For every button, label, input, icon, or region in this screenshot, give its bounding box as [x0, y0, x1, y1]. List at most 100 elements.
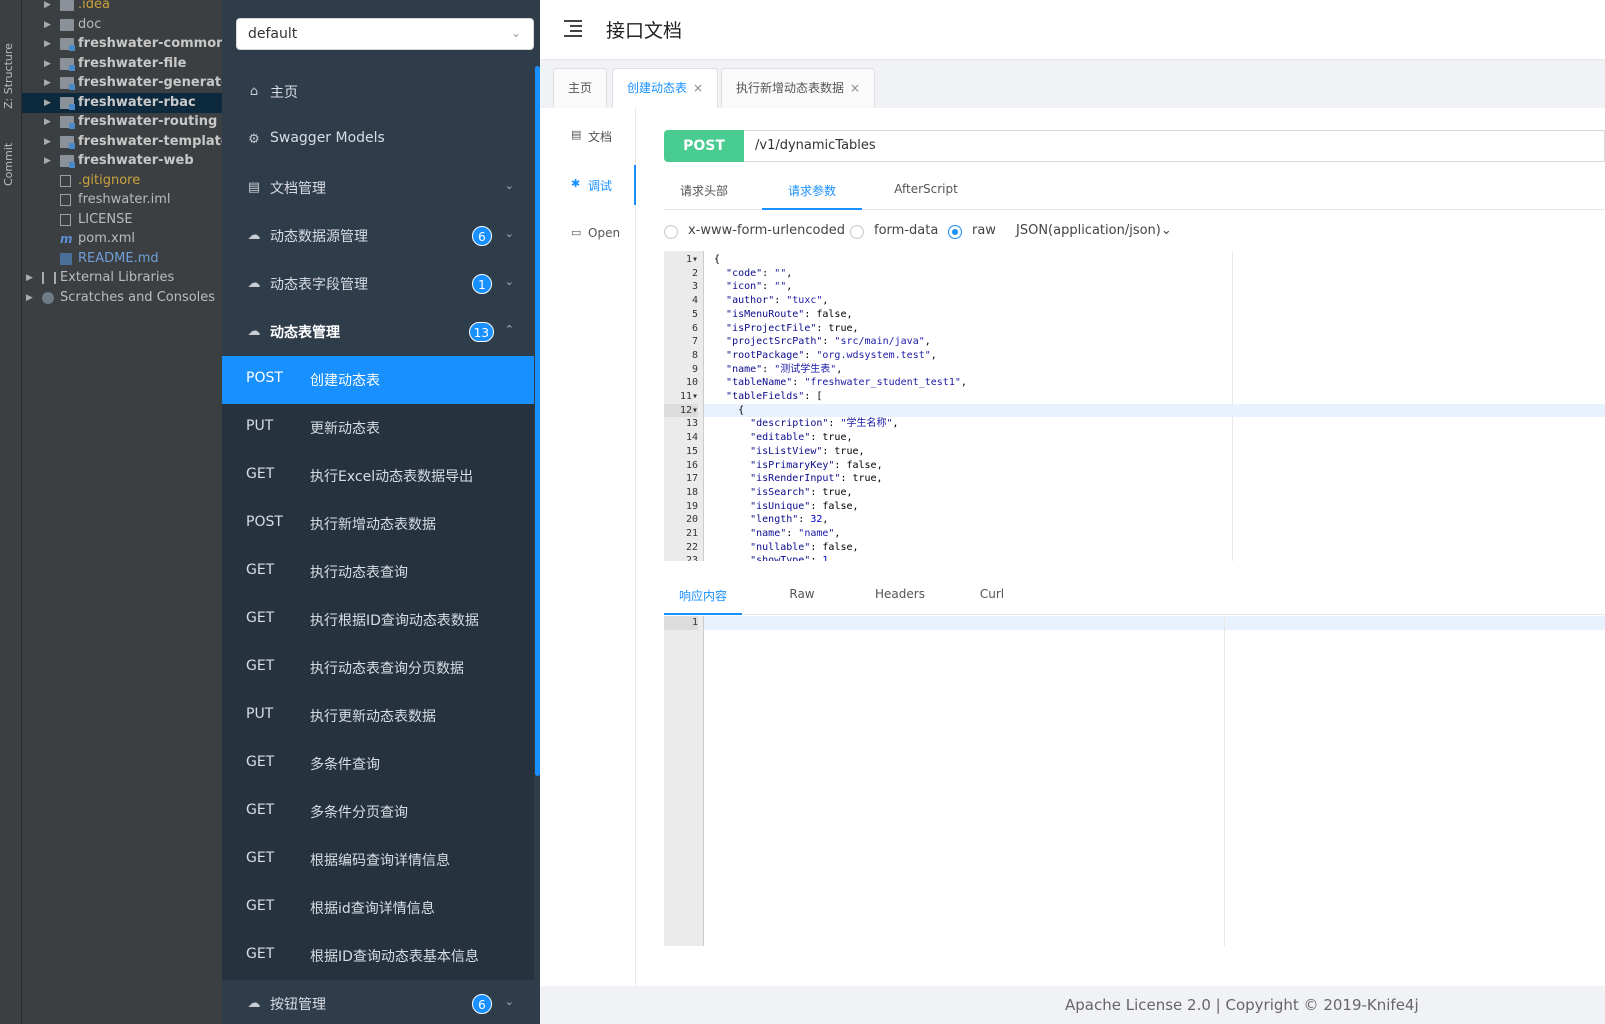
request-body-editor[interactable]: 1▾ 2 3 4 5 6 7 8 9 10 11▾ 12▾ 13 14 15 16 17 18 19 20 21 22 23… [664, 251, 1605, 561]
project-tree-item[interactable]: ▶ .idea [22, 0, 222, 15]
group-select[interactable]: default ⌄ [236, 18, 534, 50]
project-tree-item[interactable]: ▶ freshwater-rbac [22, 92, 222, 113]
expand-arrow-icon[interactable]: ▶ [44, 151, 54, 171]
code-line: { [704, 403, 1605, 418]
api-endpoint-item[interactable]: GET 执行动态表查询 [222, 548, 534, 596]
expand-arrow-icon[interactable]: ▶ [44, 73, 54, 93]
close-icon[interactable]: × [693, 81, 703, 95]
project-tree-item[interactable]: ▶ freshwater-template [22, 132, 222, 152]
line-number: 23 [685, 555, 698, 561]
line-number: 15 [685, 445, 698, 457]
project-tree-item[interactable]: freshwater.iml [22, 190, 222, 210]
http-method: GET [246, 754, 275, 770]
project-tree-item[interactable]: README.md [22, 249, 222, 269]
menu-label: 文档管理 [270, 181, 326, 197]
commit-tab-label: Commit [2, 142, 15, 186]
tree-item-label: freshwater-web [78, 153, 194, 168]
line-number: 8 [691, 349, 698, 361]
side-tab[interactable]: ✱ 调试 [540, 165, 636, 205]
page-tab[interactable]: 创建动态表 × [612, 68, 719, 109]
api-endpoint-item[interactable]: GET 根据id查询详情信息 [222, 884, 534, 932]
home-icon: ⌂ [249, 84, 259, 99]
tree-item-label: .gitignore [78, 172, 141, 188]
response-tab[interactable]: 响应内容 [664, 587, 742, 615]
request-method-badge: POST [664, 130, 744, 162]
expand-arrow-icon[interactable]: ▶ [44, 132, 54, 152]
menu-label: 主页 [270, 85, 298, 101]
api-endpoint-item[interactable]: POST 执行新增动态表数据 [222, 500, 534, 548]
side-tab[interactable]: ▤ 文档 [540, 116, 636, 156]
chevron-up-icon: ⌃ [504, 323, 514, 336]
menu-item[interactable]: ☁ 动态表字段管理 1 ⌄ [222, 260, 534, 308]
api-endpoint-item[interactable]: PUT 更新动态表 [222, 404, 534, 452]
project-tree-item[interactable]: ▶ freshwater-web [22, 151, 222, 171]
structure-tool-tab[interactable]: Z: Structure [2, 36, 20, 116]
expand-arrow-icon[interactable]: ▶ [44, 54, 54, 74]
api-endpoint-item[interactable]: POST 创建动态表 [222, 356, 534, 404]
project-tree-item[interactable]: ▶ freshwater-routing [22, 112, 222, 132]
response-editor[interactable]: 1 [664, 616, 1605, 946]
code-line: "author": "tuxc", [726, 295, 829, 307]
module-icon [60, 116, 75, 129]
api-endpoint-item[interactable]: PUT 执行更新动态表数据 [222, 692, 534, 740]
http-method: POST [246, 514, 283, 530]
http-method: GET [246, 802, 275, 818]
project-tree-item[interactable]: ▶ doc [22, 15, 222, 35]
expand-arrow-icon[interactable]: ▶ [26, 288, 36, 308]
menu-item-button-management[interactable]: ☁ 按钮管理 6 ⌄ [222, 980, 534, 1024]
project-tree-item[interactable]: ▶ Scratches and Consoles [22, 288, 222, 308]
body-type-radio[interactable] [850, 225, 864, 239]
api-endpoint-item[interactable]: GET 多条件分页查询 [222, 788, 534, 836]
request-path[interactable]: /v1/dynamicTables [755, 138, 876, 153]
project-tree-item[interactable]: ▶ freshwater-file [22, 54, 222, 74]
body-type-radio[interactable] [664, 225, 678, 239]
page-tab[interactable]: 执行新增动态表数据 × [721, 68, 876, 108]
api-endpoint-item[interactable]: GET 执行根据ID查询动态表数据 [222, 596, 534, 644]
project-tree-item[interactable]: ▶ freshwater-commons [22, 34, 222, 54]
menu-item[interactable]: ☁ 动态数据源管理 6 ⌄ [222, 212, 534, 260]
project-tree-item[interactable]: LICENSE [22, 210, 222, 230]
line-number: 1▾ [685, 254, 698, 265]
content-type-select[interactable]: JSON(application/json)⌄ [1016, 223, 1172, 238]
tree-item-label: doc [78, 16, 102, 32]
menu-toggle-icon[interactable] [564, 20, 582, 37]
menu-item[interactable]: ⌂ 主页 [222, 68, 534, 116]
project-tree-item[interactable]: .gitignore [22, 171, 222, 191]
http-method: GET [246, 946, 275, 962]
api-endpoint-item[interactable]: GET 根据ID查询动态表基本信息 [222, 932, 534, 980]
commit-tool-tab[interactable]: Commit [2, 134, 20, 194]
api-endpoint-item[interactable]: GET 根据编码查询详情信息 [222, 836, 534, 884]
cloud-icon: ☁ [247, 228, 261, 243]
request-tab[interactable]: AfterScript [878, 182, 974, 210]
expand-arrow-icon[interactable]: ▶ [44, 15, 54, 35]
menu-item[interactable]: ☁ 动态表管理 13 ⌃ [222, 308, 534, 356]
endpoint-name: 执行更新动态表数据 [310, 709, 436, 725]
side-tab[interactable]: ▭ Open [540, 214, 636, 254]
api-endpoint-item[interactable]: GET 执行Excel动态表数据导出 [222, 452, 534, 500]
maven-icon: m [60, 232, 73, 246]
page-tab[interactable]: 主页 [553, 68, 608, 108]
response-tab[interactable]: Raw [772, 587, 832, 615]
expand-arrow-icon[interactable]: ▶ [26, 268, 36, 288]
response-tab[interactable]: Curl [964, 587, 1020, 615]
expand-arrow-icon[interactable]: ▶ [44, 0, 54, 15]
response-tab[interactable]: Headers [860, 587, 940, 615]
request-tab[interactable]: 请求参数 [762, 182, 862, 210]
project-tree-item[interactable]: ▶ freshwater-generator [22, 73, 222, 93]
expand-arrow-icon[interactable]: ▶ [44, 112, 54, 132]
page-tab-label: 执行新增动态表数据 [736, 81, 845, 95]
line-number: 16 [685, 459, 698, 471]
close-icon[interactable]: × [850, 81, 860, 95]
api-endpoint-item[interactable]: GET 多条件查询 [222, 740, 534, 788]
api-endpoint-item[interactable]: GET 执行动态表查询分页数据 [222, 644, 534, 692]
file-icon [60, 194, 71, 206]
project-tree-item[interactable]: m pom.xml [22, 229, 222, 249]
request-tab[interactable]: 请求头部 [664, 182, 744, 210]
menu-item[interactable]: ▤ 文档管理 ⌄ [222, 164, 534, 212]
expand-arrow-icon[interactable]: ▶ [44, 34, 54, 54]
project-tree-item[interactable]: ▶ External Libraries [22, 268, 222, 288]
chevron-down-icon: ⌄ [1160, 223, 1172, 238]
body-type-radio[interactable] [948, 225, 962, 239]
expand-arrow-icon[interactable]: ▶ [44, 93, 54, 113]
menu-item[interactable]: ⚙ Swagger Models [222, 116, 534, 164]
